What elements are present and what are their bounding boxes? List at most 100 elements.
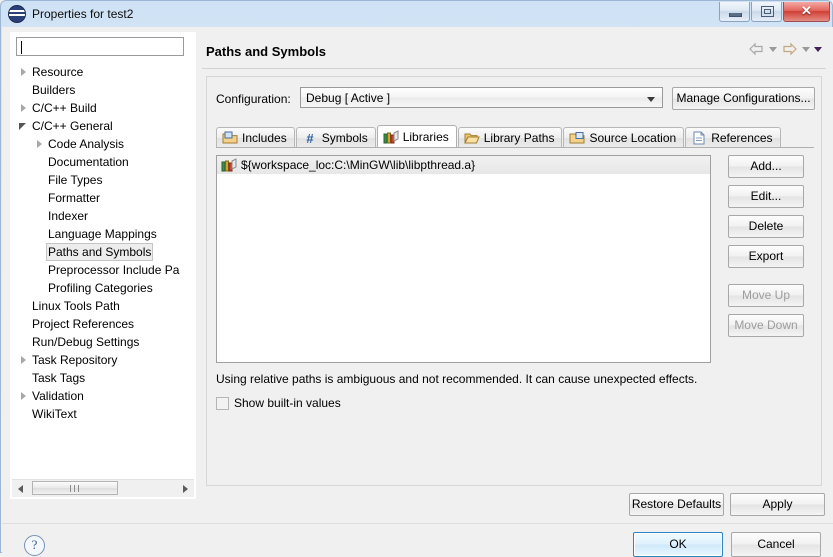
settings-group: Configuration: Debug [ Active ] Manage C… bbox=[206, 76, 822, 486]
show-builtin-values-row[interactable]: Show built-in values bbox=[216, 396, 341, 410]
sidebar-item[interactable]: Validation bbox=[11, 387, 195, 405]
sidebar-item-label: Run/Debug Settings bbox=[32, 335, 140, 349]
sidebar-item-label: Indexer bbox=[48, 209, 89, 223]
apply-button[interactable]: Apply bbox=[730, 493, 825, 516]
sidebar-item[interactable]: Language Mappings bbox=[11, 225, 195, 243]
sidebar-item[interactable]: Paths and Symbols bbox=[11, 243, 195, 261]
maximize-button[interactable] bbox=[751, 2, 782, 22]
sidebar-item-label: Preprocessor Include Pa bbox=[48, 263, 180, 277]
text-caret bbox=[21, 41, 22, 54]
sidebar-item[interactable]: Profiling Categories bbox=[11, 279, 195, 297]
sidebar-item[interactable]: Preprocessor Include Pa bbox=[11, 261, 195, 279]
close-icon: ✕ bbox=[801, 3, 812, 18]
sidebar-item-label: Validation bbox=[32, 389, 84, 403]
page-navigation bbox=[748, 42, 822, 56]
configuration-combo[interactable]: Debug [ Active ] bbox=[300, 87, 663, 108]
scroll-left-icon[interactable] bbox=[12, 480, 29, 497]
delete-button[interactable]: Delete bbox=[728, 215, 804, 238]
sidebar-item[interactable]: File Types bbox=[11, 171, 195, 189]
twisty-collapsed-icon[interactable] bbox=[17, 387, 30, 405]
configuration-value: Debug [ Active ] bbox=[306, 91, 391, 105]
sidebar-item-label: Code Analysis bbox=[48, 137, 125, 151]
page-menu-chevron-down-icon[interactable] bbox=[814, 46, 822, 52]
edit-button[interactable]: Edit... bbox=[728, 185, 804, 208]
twisty-collapsed-icon[interactable] bbox=[17, 99, 30, 117]
twisty-expanded-icon[interactable] bbox=[17, 117, 30, 135]
tab-libraries[interactable]: Libraries bbox=[376, 125, 457, 148]
tab-strip[interactable]: Includes # Symbols Libraries Library Paths So… bbox=[216, 125, 782, 148]
footer-divider bbox=[2, 523, 833, 524]
move-down-button: Move Down bbox=[728, 314, 804, 337]
sidebar-item-label: Task Repository bbox=[32, 353, 118, 367]
settings-tree[interactable]: Resource Builders C/C++ Build C/C++ General… bbox=[11, 63, 195, 468]
show-builtin-values-label: Show built-in values bbox=[234, 396, 341, 410]
sidebar-item[interactable]: Task Tags bbox=[11, 369, 195, 387]
libraries-tab-panel: ${workspace_loc:C:\MinGW\lib\libpthread.… bbox=[216, 147, 814, 435]
ok-button[interactable]: OK bbox=[633, 532, 723, 557]
chevron-down-icon bbox=[647, 97, 655, 102]
filter-input[interactable] bbox=[16, 37, 184, 56]
svg-text:#: # bbox=[306, 131, 314, 145]
books-icon bbox=[221, 158, 237, 172]
sidebar-item[interactable]: C/C++ Build bbox=[11, 99, 195, 117]
add-button[interactable]: Add... bbox=[728, 155, 804, 178]
sidebar-item[interactable]: Formatter bbox=[11, 189, 195, 207]
page-action-buttons: Restore Defaults Apply bbox=[629, 493, 825, 516]
tab-includes[interactable]: Includes bbox=[216, 127, 295, 148]
move-up-button: Move Up bbox=[728, 284, 804, 307]
sidebar-item[interactable]: Run/Debug Settings bbox=[11, 333, 195, 351]
scrollbar-thumb[interactable] bbox=[32, 481, 118, 495]
dialog-footer-buttons: OK Cancel bbox=[633, 532, 821, 557]
paths-symbols-tabfolder: Includes # Symbols Libraries Library Paths So… bbox=[216, 125, 814, 435]
tab-label: Library Paths bbox=[483, 131, 555, 145]
sidebar-item[interactable]: Documentation bbox=[11, 153, 195, 171]
twisty-collapsed-icon[interactable] bbox=[17, 351, 30, 369]
sidebar-item[interactable]: C/C++ General bbox=[11, 117, 195, 135]
forward-menu-chevron-down-icon[interactable] bbox=[802, 46, 810, 52]
sidebar-item[interactable]: Resource bbox=[11, 63, 195, 81]
tab-library-paths[interactable]: Library Paths bbox=[457, 127, 563, 148]
close-button[interactable]: ✕ bbox=[783, 2, 830, 22]
sidebar-item[interactable]: Project References bbox=[11, 315, 195, 333]
show-builtin-values-checkbox[interactable] bbox=[216, 396, 229, 410]
manage-configurations-button[interactable]: Manage Configurations... bbox=[672, 87, 815, 110]
scroll-right-icon[interactable] bbox=[177, 480, 194, 497]
settings-page: Paths and Symbols Configuration: Debug [… bbox=[202, 32, 826, 497]
sidebar-item[interactable]: Code Analysis bbox=[11, 135, 195, 153]
minimize-button[interactable] bbox=[719, 2, 750, 22]
relative-paths-note: Using relative paths is ambiguous and no… bbox=[216, 372, 698, 386]
configuration-label: Configuration: bbox=[216, 92, 291, 106]
tree-horizontal-scrollbar[interactable] bbox=[12, 479, 194, 497]
sidebar-item[interactable]: Task Repository bbox=[11, 351, 195, 369]
tab-symbols[interactable]: # Symbols bbox=[295, 127, 376, 148]
twisty-collapsed-icon[interactable] bbox=[33, 135, 46, 153]
export-button[interactable]: Export bbox=[728, 245, 804, 268]
sidebar-item[interactable]: Indexer bbox=[11, 207, 195, 225]
dialog-body: Resource Builders C/C++ Build C/C++ General… bbox=[2, 27, 833, 557]
sidebar-item[interactable]: Builders bbox=[11, 81, 195, 99]
window-controls: ✕ bbox=[718, 2, 830, 22]
cancel-button[interactable]: Cancel bbox=[731, 532, 821, 557]
configuration-row: Configuration: Debug [ Active ] Manage C… bbox=[207, 87, 823, 111]
books-icon bbox=[383, 130, 399, 144]
library-list-item[interactable]: ${workspace_loc:C:\MinGW\lib\libpthread.… bbox=[217, 156, 710, 174]
back-menu-chevron-down-icon[interactable] bbox=[769, 46, 777, 52]
tab-references[interactable]: References bbox=[685, 127, 781, 148]
libraries-list[interactable]: ${workspace_loc:C:\MinGW\lib\libpthread.… bbox=[216, 155, 711, 363]
tab-source-location[interactable]: Source Location bbox=[563, 127, 685, 148]
forward-arrow-icon[interactable] bbox=[781, 42, 798, 56]
twisty-collapsed-icon[interactable] bbox=[17, 63, 30, 81]
includes-folder-icon bbox=[222, 131, 238, 145]
sidebar-item[interactable]: WikiText bbox=[11, 405, 195, 423]
properties-dialog-window: Properties for test2 ✕ Resource Builders C… bbox=[0, 0, 833, 557]
sidebar-item[interactable]: Linux Tools Path bbox=[11, 297, 195, 315]
restore-defaults-button[interactable]: Restore Defaults bbox=[629, 493, 724, 516]
back-arrow-icon[interactable] bbox=[748, 42, 765, 56]
sidebar-item-label: C/C++ General bbox=[32, 119, 113, 133]
